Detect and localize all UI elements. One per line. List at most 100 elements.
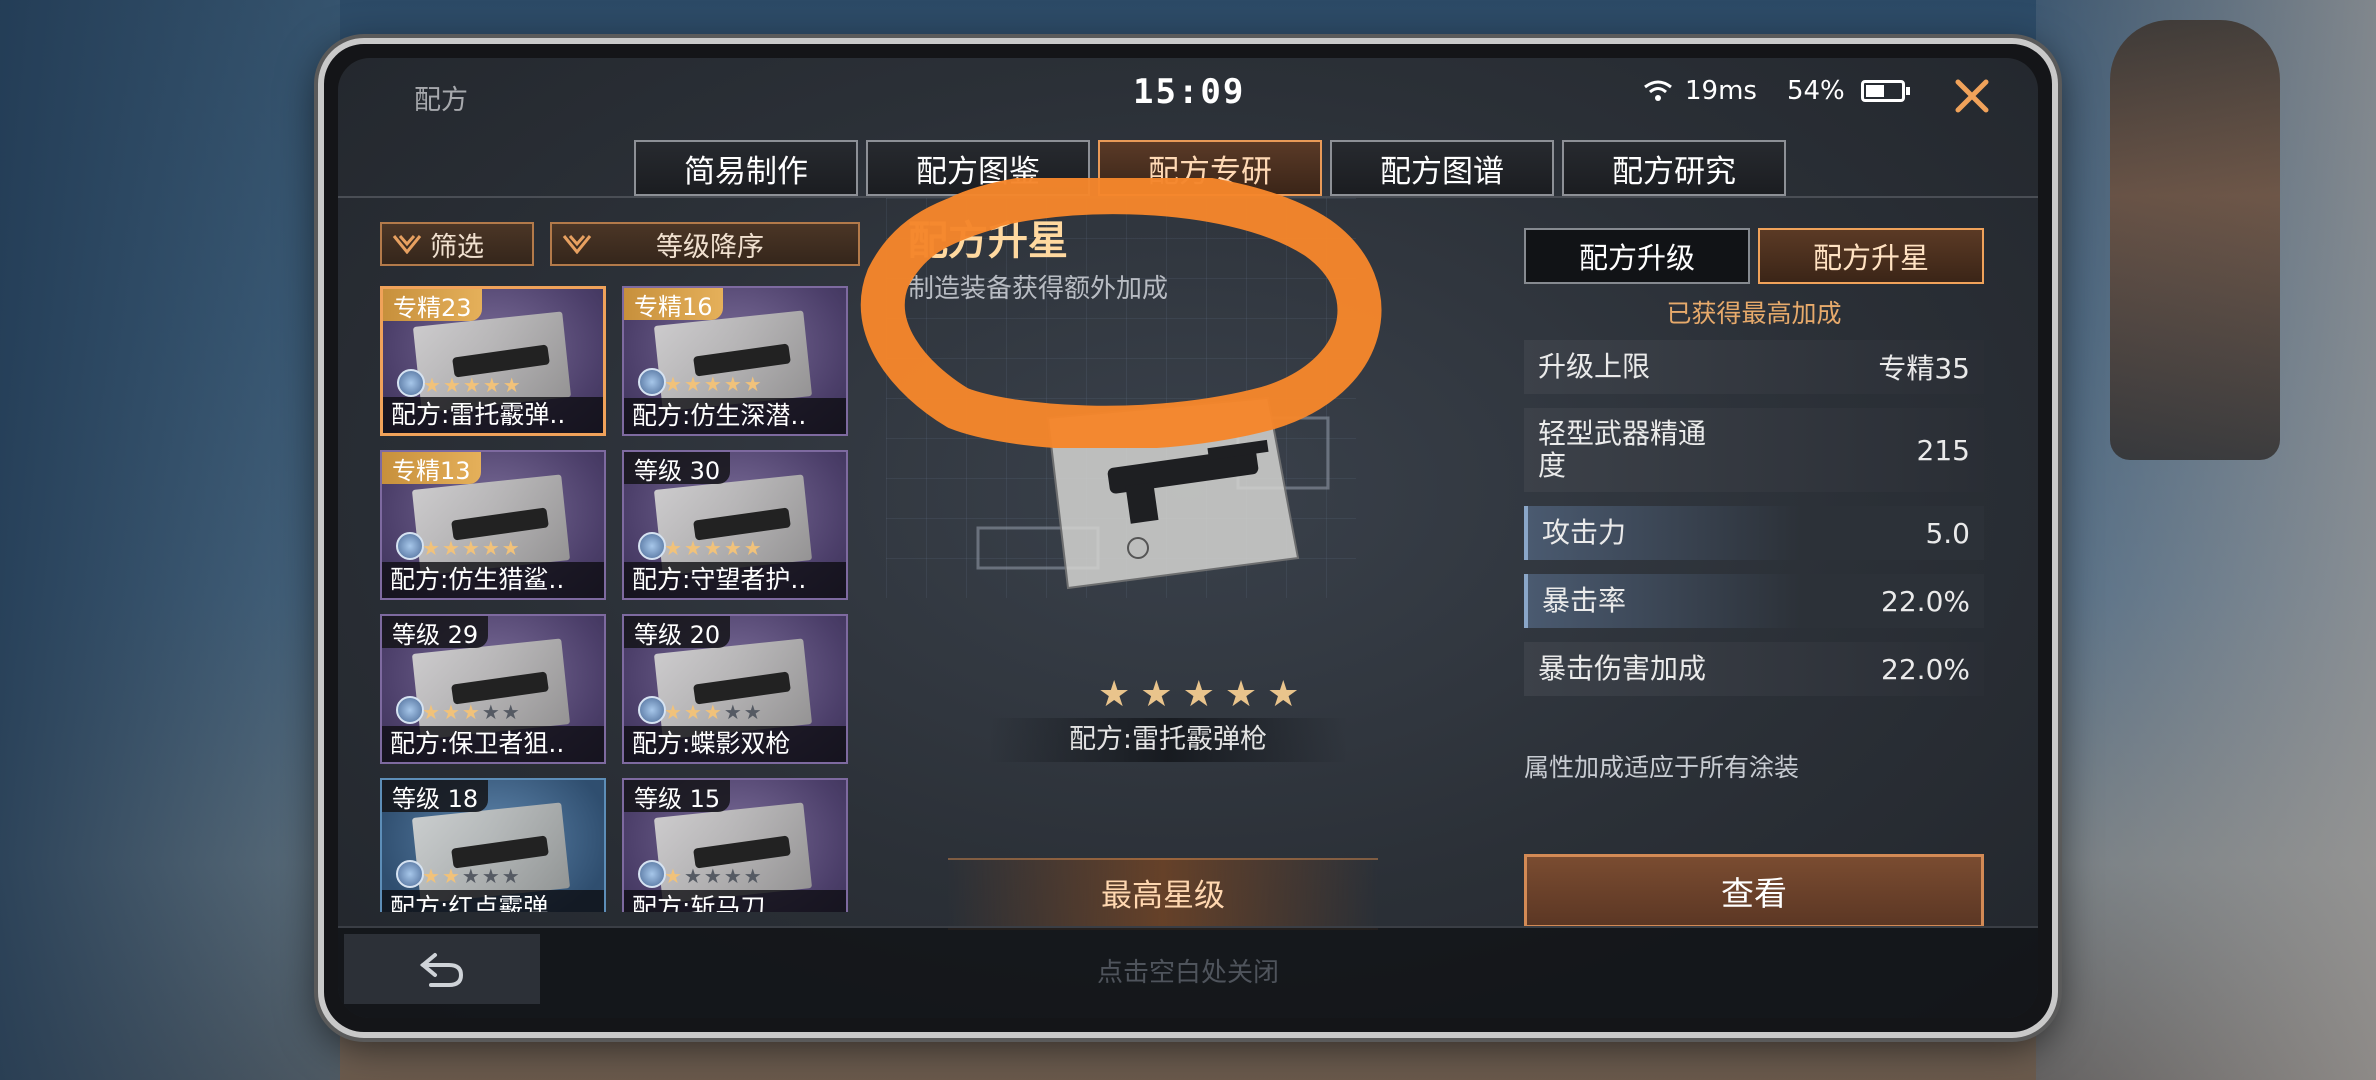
stat-row: 攻击力 5.0 [1524, 506, 1984, 560]
star-icon: ★ [703, 700, 722, 724]
sort-button[interactable]: 等级降序 [550, 222, 860, 266]
star-icon: ★ [461, 700, 480, 724]
recipe-card[interactable]: 等级 20 ★ ★ ★ ★ ★ 配方:蝶影双枪 [622, 614, 848, 764]
close-hint[interactable]: 点击空白处关闭 [338, 952, 2038, 989]
star-icon: ★ [703, 536, 722, 560]
shield-icon [638, 368, 666, 396]
shield-icon [638, 532, 666, 560]
tab-recipe-research[interactable]: 配方研究 [1562, 140, 1786, 196]
star-icon: ★ [482, 373, 501, 397]
shield-icon [396, 860, 424, 888]
background-left [0, 0, 340, 1080]
star-icon: ★ [422, 536, 440, 560]
close-icon[interactable] [1950, 74, 1994, 118]
star-icon: ★ [501, 700, 520, 724]
stat-row: 轻型武器精通度 215 [1524, 408, 1984, 492]
max-bonus-text: 已获得最高加成 [1666, 299, 1842, 328]
level-badge: 专精16 [624, 288, 723, 321]
star-icon: ★ [664, 864, 682, 888]
recipe-grid: 专精23 ★ ★ ★ ★ ★ 配方:雷托霰弹.. 专精16 ★ ★ ★ ★ ★ 配方:仿生深潜.. 专精13… [380, 286, 860, 912]
star-icon: ★ [441, 536, 460, 560]
star-rating: ★ ★ ★ ★ ★ [422, 864, 520, 888]
star-icon: ★ [461, 536, 480, 560]
star-icon: ★ [481, 700, 500, 724]
filter-button[interactable]: 筛选 [380, 222, 534, 266]
wifi-icon [1644, 80, 1672, 101]
recipe-name: 配方:斩马刀 [624, 890, 846, 912]
background-character [2110, 20, 2280, 460]
star-icon: ★ [441, 700, 460, 724]
recipe-card[interactable]: 等级 29 ★ ★ ★ ★ ★ 配方:保卫者狙.. [380, 614, 606, 764]
recipe-card[interactable]: 等级 30 ★ ★ ★ ★ ★ 配方:守望者护.. [622, 450, 848, 600]
sort-label: 等级降序 [656, 231, 764, 263]
chevron-down-icon [562, 235, 592, 254]
shield-icon [638, 696, 666, 724]
recipe-card[interactable]: 等级 18 ★ ★ ★ ★ ★ 配方:红点霰弹 [380, 778, 606, 912]
star-icon: ★ [743, 700, 762, 724]
view-button[interactable]: 查看 [1524, 854, 1984, 928]
level-badge: 等级 20 [624, 616, 731, 649]
status-indicators: 19ms 54% [1643, 76, 1910, 106]
recipe-name: 配方:守望者护.. [624, 562, 846, 598]
stat-name: 攻击力 [1542, 516, 1627, 549]
level-badge: 等级 15 [624, 780, 731, 813]
recipe-name: 配方:雷托霰弹.. [383, 397, 603, 433]
stat-name: 轻型武器精通度 [1538, 417, 1707, 482]
star-icon: ★ [664, 700, 682, 724]
window-title: 配方 [414, 85, 468, 116]
recipe-name: 配方:仿生深潜.. [624, 398, 846, 434]
star-rating: ★ ★ ★ ★ ★ [422, 536, 520, 560]
star-icon: ★ [481, 536, 500, 560]
subtab-recipe-upgrade[interactable]: 配方升级 [1524, 228, 1750, 284]
star-icon: ★ [664, 536, 682, 560]
star-icon: ★ [703, 372, 722, 396]
selected-recipe-name: 配方:雷托霰弹枪 [988, 718, 1348, 762]
level-badge: 等级 29 [382, 616, 489, 649]
star-icon: ★ [1182, 674, 1215, 715]
recipe-card[interactable]: 专精16 ★ ★ ★ ★ ★ 配方:仿生深潜.. [622, 286, 848, 436]
recipe-name: 配方:仿生猎鲨.. [382, 562, 604, 598]
star-icon: ★ [723, 372, 742, 396]
star-icon: ★ [461, 864, 480, 888]
level-badge: 专精23 [383, 289, 482, 322]
star-icon: ★ [743, 372, 762, 396]
stat-name: 升级上限 [1538, 350, 1651, 383]
stat-row: 升级上限 专精35 [1524, 340, 1984, 394]
star-icon: ★ [723, 700, 742, 724]
ping-text: 19ms [1685, 76, 1757, 106]
battery-icon [1860, 80, 1910, 102]
subtab-recipe-star-up[interactable]: 配方升星 [1758, 228, 1984, 284]
level-badge: 等级 18 [382, 780, 489, 813]
star-icon: ★ [664, 372, 682, 396]
star-icon: ★ [743, 536, 762, 560]
star-rating: ★ ★ ★ ★ ★ [664, 536, 762, 560]
star-icon: ★ [501, 864, 520, 888]
stat-row: 暴击率 22.0% [1524, 574, 1984, 628]
star-icon: ★ [703, 864, 722, 888]
recipe-screen: 配方 15:09 19ms 54% 简易制作 配方图鉴 配方专研 配方图谱 配方… [338, 58, 2038, 1018]
clock: 15:09 [1133, 72, 1246, 112]
stat-value: 22.0% [1881, 584, 1970, 618]
bonus-note: 属性加成适应于所有涂装 [1524, 753, 1800, 782]
star-icon: ★ [743, 864, 762, 888]
tablet-frame: 配方 15:09 19ms 54% 简易制作 配方图鉴 配方专研 配方图谱 配方… [318, 38, 2058, 1038]
recipe-card[interactable]: 专精23 ★ ★ ★ ★ ★ 配方:雷托霰弹.. [380, 286, 606, 436]
star-icon: ★ [683, 864, 702, 888]
star-icon: ★ [683, 536, 702, 560]
star-rating: ★ ★ ★ ★ ★ [664, 864, 762, 888]
recipe-card[interactable]: 等级 15 ★ ★ ★ ★ ★ 配方:斩马刀 [622, 778, 848, 912]
recipe-card[interactable]: 专精13 ★ ★ ★ ★ ★ 配方:仿生猎鲨.. [380, 450, 606, 600]
level-badge: 专精13 [382, 452, 481, 485]
tab-simple-craft[interactable]: 简易制作 [634, 140, 858, 196]
stat-name: 暴击率 [1542, 584, 1627, 617]
star-icon: ★ [501, 536, 520, 560]
upgrade-subtabs: 配方升级 配方升星 [1524, 228, 1984, 284]
star-icon: ★ [683, 700, 702, 724]
level-badge: 等级 30 [624, 452, 731, 485]
stat-value: 215 [1916, 433, 1970, 467]
star-icon: ★ [423, 373, 441, 397]
recipe-name: 配方:保卫者狙.. [382, 726, 604, 762]
shield-icon [396, 696, 424, 724]
star-icon: ★ [723, 864, 742, 888]
recipe-name: 配方:蝶影双枪 [624, 726, 846, 762]
